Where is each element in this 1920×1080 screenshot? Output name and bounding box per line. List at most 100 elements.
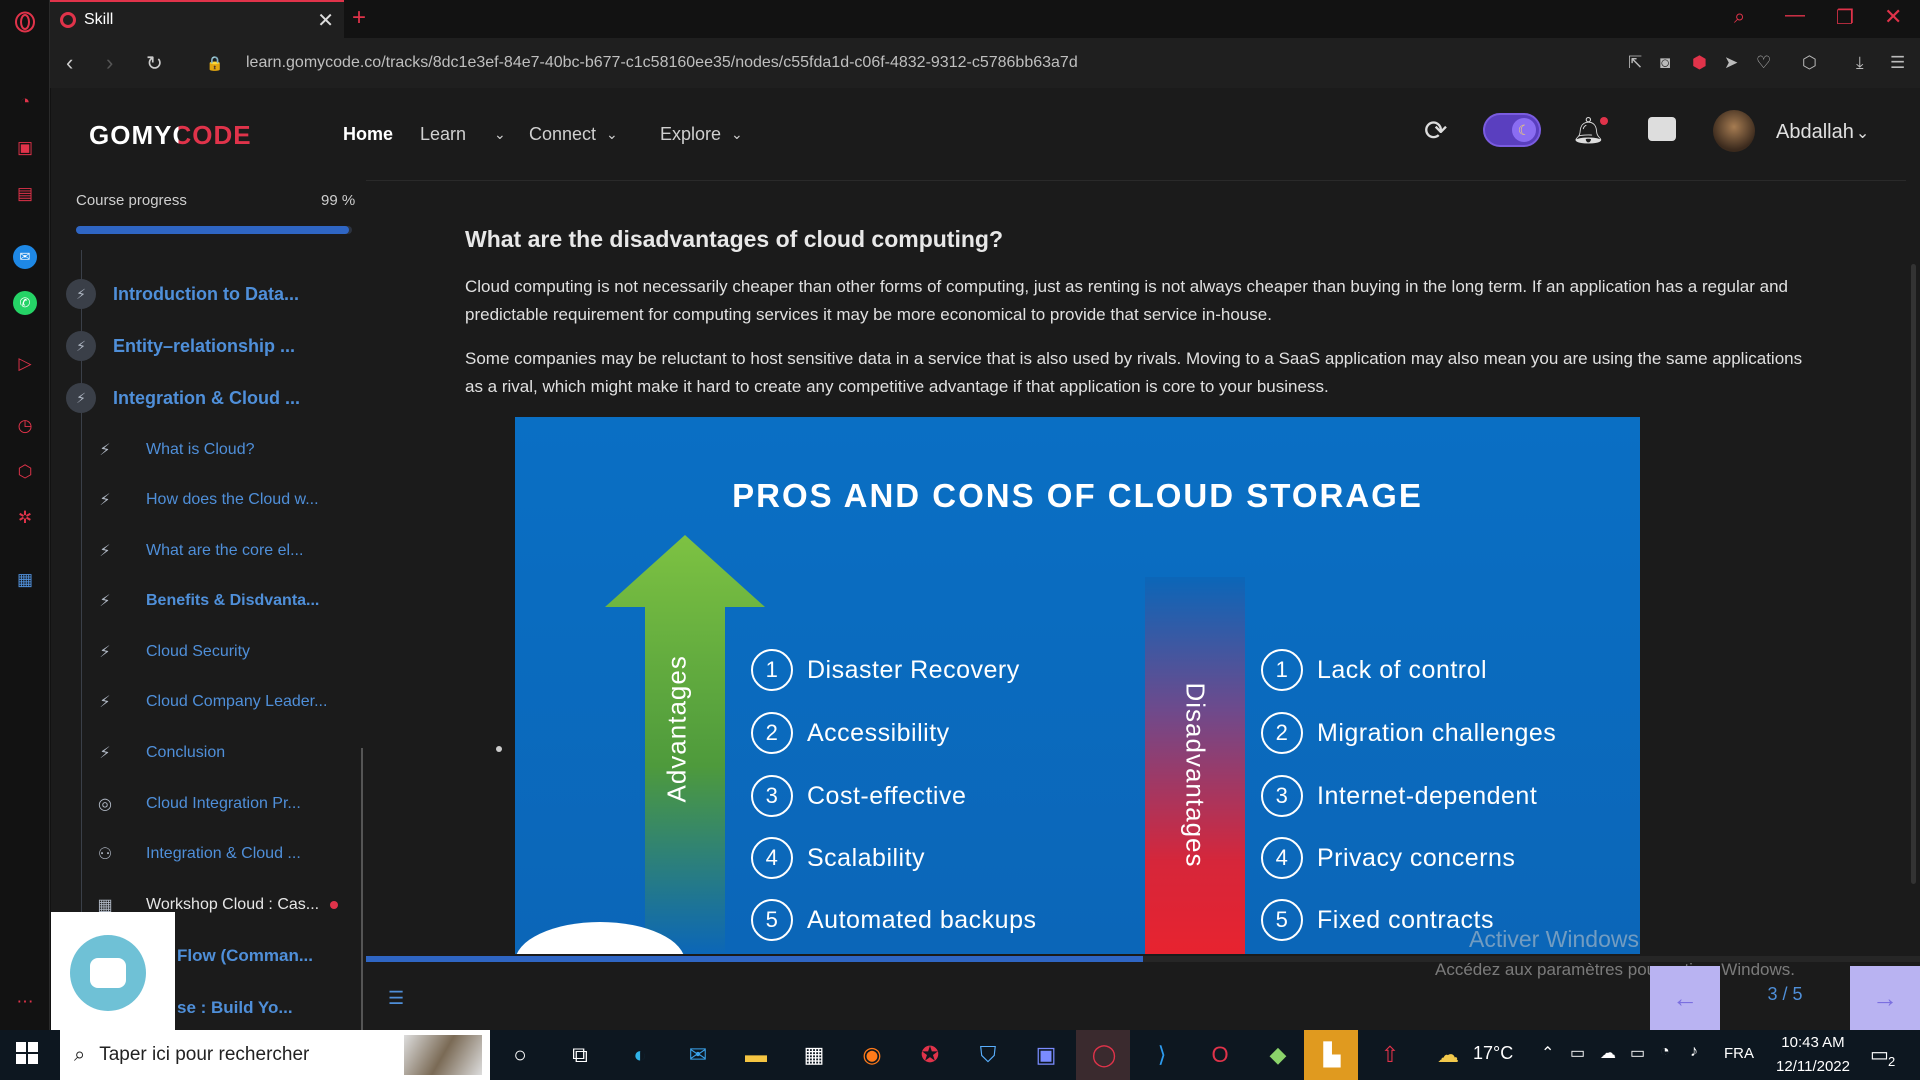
clock-date[interactable]: 12/11/2022: [1768, 1058, 1858, 1075]
vscode-icon[interactable]: ⟩: [1144, 1037, 1180, 1073]
lesson-item[interactable]: ◎ Cloud Integration Pr...: [51, 784, 366, 824]
dark-mode-toggle[interactable]: ☾: [1483, 113, 1541, 147]
prev-button[interactable]: ←: [1650, 966, 1720, 1030]
wifi-icon[interactable]: ◔: [1660, 1043, 1670, 1061]
disadvantage-item: 4 Privacy concerns: [1261, 837, 1515, 879]
vpn-shield-icon[interactable]: ⛉: [970, 1037, 1006, 1073]
store-icon[interactable]: ▦: [796, 1037, 832, 1073]
browser-tab[interactable]: Skill ✕: [50, 0, 344, 38]
lesson-item[interactable]: ⚡︎ What is Cloud?: [51, 430, 366, 470]
settings-gear-icon[interactable]: ✲: [13, 506, 37, 530]
language-indicator[interactable]: FRA: [1724, 1045, 1754, 1062]
clock-time[interactable]: 10:43 AM: [1768, 1034, 1858, 1051]
easy-setup-icon[interactable]: ☰: [1890, 53, 1905, 73]
opera-icon[interactable]: O: [1202, 1037, 1238, 1073]
toc-list-icon[interactable]: ☰: [388, 988, 404, 1009]
content-scrollbar[interactable]: [1911, 264, 1916, 884]
user-menu[interactable]: Abdallah ⌄: [1776, 121, 1869, 144]
bolt-icon: ⚡︎: [99, 543, 111, 560]
twitch-icon[interactable]: ▤: [13, 182, 37, 206]
weather-icon[interactable]: ☁: [1430, 1037, 1466, 1073]
next-button[interactable]: →: [1850, 966, 1920, 1030]
bullet-dot: [496, 746, 502, 752]
tab-favicon-icon: [60, 12, 76, 28]
extensions-icon[interactable]: ⬡: [13, 460, 37, 484]
taskbar-search-box[interactable]: ⌕ Taper ici pour rechercher: [60, 1030, 490, 1080]
new-tab-button[interactable]: +: [352, 4, 366, 32]
chapter-bolt-icon: ⚡︎: [66, 331, 96, 361]
opera-gx-icon[interactable]: ◯: [1086, 1037, 1122, 1073]
history-icon[interactable]: ◷: [13, 414, 37, 438]
heart-icon[interactable]: ♡: [1756, 53, 1771, 73]
nav-connect[interactable]: Connect ⌄: [529, 124, 618, 145]
translate-icon[interactable]: ▦: [13, 568, 37, 592]
cortana-icon[interactable]: ○: [502, 1037, 538, 1073]
git-icon[interactable]: ◆: [1260, 1037, 1296, 1073]
forward-button[interactable]: ›: [106, 50, 113, 76]
snapshot-icon[interactable]: ◙: [1660, 53, 1670, 73]
minimize-button[interactable]: —: [1785, 4, 1805, 27]
opera-logo-icon[interactable]: [13, 10, 37, 34]
avatar[interactable]: [1713, 110, 1755, 152]
chapter-item[interactable]: ⚡︎ Introduction to Data...: [51, 274, 366, 314]
paragraph-1: Cloud computing is not necessarily cheap…: [465, 277, 1788, 324]
pros-cons-figure: PROS AND CONS OF CLOUD STORAGE Advantage…: [515, 417, 1640, 954]
folder-icon[interactable]: ▙: [1314, 1037, 1350, 1073]
refresh-icon[interactable]: ⟳: [1424, 114, 1447, 147]
share-icon[interactable]: ⇱: [1628, 53, 1642, 73]
lesson-item[interactable]: ⚡︎ What are the core el...: [51, 531, 366, 571]
notification-center-icon[interactable]: ▭: [1870, 1042, 1889, 1067]
chapter-item[interactable]: ⚡︎ Entity–relationship ...: [51, 326, 366, 366]
chat-widget-button[interactable]: [70, 935, 146, 1011]
adblock-icon[interactable]: ⬢: [1692, 53, 1707, 73]
course-progress-track: [76, 226, 352, 234]
lesson-item-active[interactable]: ⚡︎ Benefits & Disdvanta...: [51, 581, 366, 621]
chat-icon[interactable]: [1648, 117, 1676, 141]
close-tab-icon[interactable]: ✕: [317, 8, 334, 33]
teams-icon[interactable]: ▣: [1028, 1037, 1064, 1073]
back-button[interactable]: ‹: [66, 50, 73, 76]
messenger-icon[interactable]: ✉: [13, 245, 37, 269]
chevron-down-icon: ⌄: [1855, 125, 1870, 142]
volume-icon[interactable]: ♪: [1690, 1043, 1698, 1061]
course-progress-label: Course progress: [76, 192, 187, 209]
windows-start-icon[interactable]: [16, 1042, 38, 1064]
nav-explore[interactable]: Explore ⌄: [660, 124, 743, 145]
close-window-button[interactable]: ✕: [1884, 4, 1902, 30]
tray-chevron-icon[interactable]: ⌃: [1541, 1043, 1554, 1063]
more-dots-icon[interactable]: ⋯: [13, 990, 37, 1014]
lesson-item[interactable]: ⚡︎ How does the Cloud w...: [51, 480, 366, 520]
lesson-item[interactable]: ⚡︎ Cloud Company Leader...: [51, 682, 366, 722]
search-icon[interactable]: ⌕: [1734, 6, 1745, 29]
task-view-icon[interactable]: ⧉: [562, 1037, 598, 1073]
file-explorer-icon[interactable]: ▬: [738, 1037, 774, 1073]
edge-icon[interactable]: ◐: [622, 1037, 658, 1073]
whatsapp-icon[interactable]: ✆: [13, 291, 37, 315]
upload-app-icon[interactable]: ⇧: [1372, 1037, 1408, 1073]
reload-icon[interactable]: ↻: [146, 51, 163, 76]
battery-icon[interactable]: ▭: [1630, 1043, 1645, 1063]
lesson-item[interactable]: ⚡︎ Cloud Security: [51, 632, 366, 672]
gomycode-logo[interactable]: GOMYCODE: [89, 120, 252, 151]
weather-temp: 17°C: [1473, 1043, 1514, 1063]
tray-meet-icon[interactable]: ▭: [1570, 1043, 1585, 1063]
download-icon[interactable]: ⤓: [1856, 53, 1864, 73]
speed-dial-icon[interactable]: ◔: [13, 90, 37, 114]
chapter-item[interactable]: ⚡︎ Integration & Cloud ...: [51, 378, 366, 418]
restore-button[interactable]: ❐: [1836, 5, 1854, 30]
advantage-item: 5 Automated backups: [751, 899, 1036, 941]
sidebar-scrollbar[interactable]: [361, 748, 363, 1030]
player-icon[interactable]: ▷: [13, 352, 37, 376]
nav-home[interactable]: Home: [343, 124, 393, 145]
firefox-icon[interactable]: ◉: [854, 1037, 890, 1073]
url-field[interactable]: learn.gomycode.co/tracks/8dc1e3ef-84e7-4…: [246, 54, 1078, 72]
games-icon[interactable]: ✪: [912, 1037, 948, 1073]
send-icon[interactable]: ➤: [1724, 53, 1738, 73]
cube-icon[interactable]: ⬡: [1802, 53, 1817, 73]
lesson-item[interactable]: ⚡︎ Conclusion: [51, 733, 366, 773]
onedrive-icon[interactable]: ☁: [1600, 1043, 1616, 1063]
nav-learn[interactable]: Learn ⌄: [420, 124, 506, 145]
bag-icon[interactable]: ▣: [13, 136, 37, 160]
mail-icon[interactable]: ✉: [680, 1037, 716, 1073]
lesson-item[interactable]: ⚇ Integration & Cloud ...: [51, 834, 366, 874]
